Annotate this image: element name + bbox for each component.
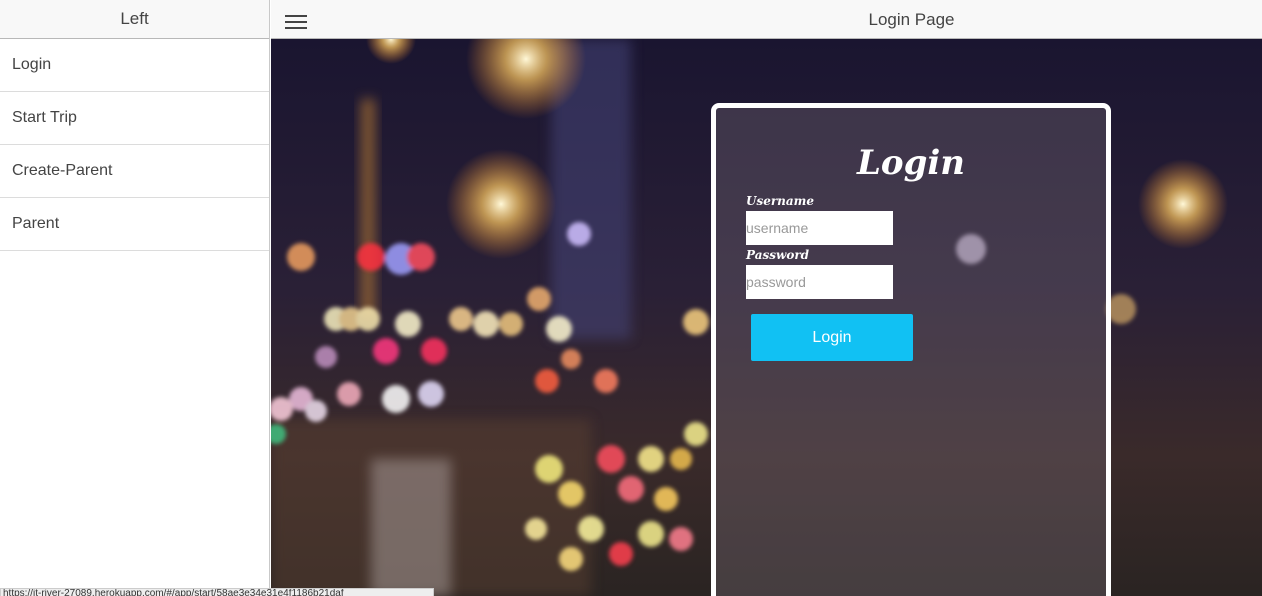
status-bar-url: https://jt-river-27089.herokuapp.com/#/a…: [0, 588, 434, 596]
username-input[interactable]: [746, 211, 893, 245]
sidebar-item-create-parent[interactable]: Create-Parent: [0, 145, 269, 198]
password-label: Password: [746, 248, 810, 262]
main-pane: Login Page Login Username username Passw…: [271, 0, 1262, 596]
sidebar-item-login[interactable]: Login: [0, 39, 269, 92]
page-title: Login Page: [868, 9, 955, 29]
sidebar-title: Left: [0, 0, 269, 39]
sidebar-item-start-trip[interactable]: Start Trip: [0, 92, 269, 145]
login-card: Login Username Password Login: [711, 103, 1111, 596]
left-sidebar: Left Login Start Trip Create-Parent Pare…: [0, 0, 270, 596]
password-input[interactable]: [746, 265, 893, 299]
header-bar: Login Page: [271, 0, 1262, 39]
login-button[interactable]: Login: [751, 314, 913, 361]
login-title: Login: [857, 143, 965, 183]
sidebar-item-parent[interactable]: Parent: [0, 198, 269, 251]
username-label: Username: [746, 194, 815, 208]
